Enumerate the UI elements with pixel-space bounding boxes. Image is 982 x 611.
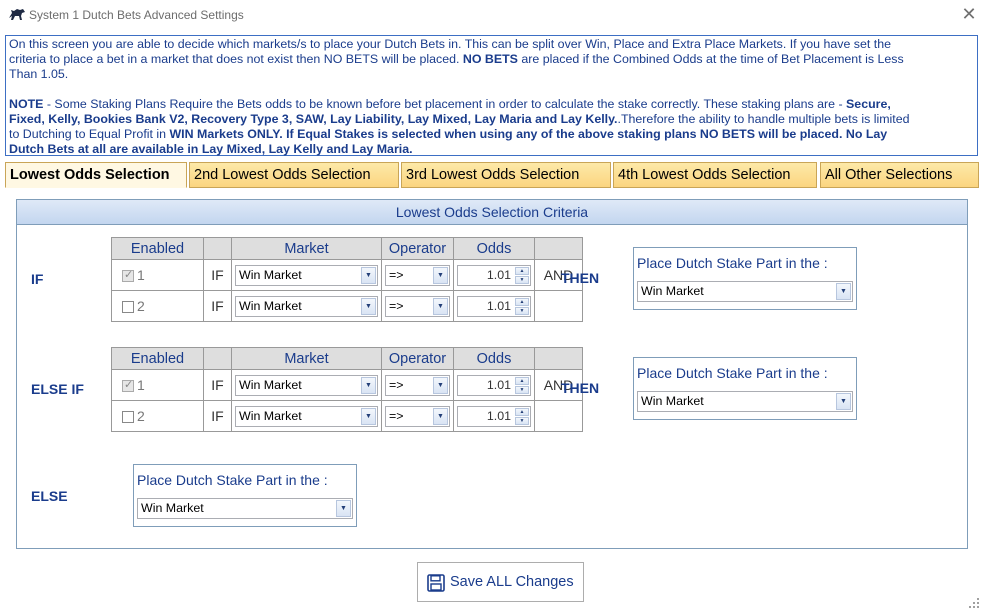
blank-header (534, 237, 583, 260)
blank-header (203, 237, 232, 260)
tab-3rd-lowest-odds[interactable]: 3rd Lowest Odds Selection (401, 162, 611, 188)
else-label: ELSE (31, 488, 68, 504)
blank-header (203, 347, 232, 370)
chevron-down-icon[interactable]: ▼ (361, 266, 376, 284)
spin-down-icon[interactable]: ▼ (515, 306, 529, 315)
table-row: 1 IF Win Market▼ =>▼ 1.01▲▼ AND (111, 369, 583, 401)
enabled-header: Enabled (111, 347, 204, 370)
table-row: 2 IF Win Market ▼ => ▼ 1.01 ▲ ▼ (111, 400, 583, 432)
blank-header (534, 347, 583, 370)
spin-up-icon[interactable]: ▲ (515, 297, 529, 306)
enabled-checkbox[interactable] (122, 411, 134, 424)
chevron-down-icon[interactable]: ▼ (361, 297, 376, 315)
spin-up-icon[interactable]: ▲ (515, 407, 529, 416)
selection-tabs: Lowest Odds Selection 2nd Lowest Odds Se… (5, 162, 979, 188)
market-header: Market (231, 347, 382, 370)
spin-down-icon[interactable]: ▼ (515, 275, 529, 284)
spin-up-icon[interactable]: ▲ (515, 266, 529, 275)
market-select[interactable]: Win Market ▼ (235, 264, 378, 286)
close-icon[interactable]: ✕ (958, 4, 980, 26)
tab-lowest-odds[interactable]: Lowest Odds Selection (5, 162, 187, 188)
operator-select[interactable]: => ▼ (385, 374, 450, 396)
tab-4th-lowest-odds[interactable]: 4th Lowest Odds Selection (613, 162, 817, 188)
operator-select[interactable]: => ▼ (385, 405, 450, 427)
chevron-down-icon[interactable]: ▼ (433, 297, 448, 315)
panel-title: Lowest Odds Selection Criteria (17, 200, 967, 225)
operator-select[interactable]: => ▼ (385, 264, 450, 286)
market-select[interactable]: Win Market ▼ (235, 405, 378, 427)
operator-select[interactable]: => ▼ (385, 295, 450, 317)
and-text (534, 290, 583, 322)
enabled-header: Enabled (111, 237, 204, 260)
enabled-checkbox[interactable] (122, 268, 134, 283)
place-market-select[interactable]: Win Market ▼ (637, 281, 853, 302)
if-place-box: Place Dutch Stake Part in the : Win Mark… (633, 247, 857, 310)
table-header-row: Enabled Market Operator Odds (111, 347, 583, 370)
if-label: IF (31, 271, 44, 287)
info-text-box: On this screen you are able to decide wh… (5, 35, 978, 156)
enabled-checkbox[interactable] (122, 378, 134, 393)
else-place-box: Place Dutch Stake Part in the : Win Mark… (133, 464, 357, 527)
place-label: Place Dutch Stake Part in the : (137, 472, 328, 488)
odds-spinner[interactable]: 1.01 ▲ ▼ (457, 405, 531, 427)
else-if-place-box: Place Dutch Stake Part in the : Win Mark… (633, 357, 857, 420)
if-text: IF (203, 400, 232, 432)
enabled-cell: 1 (111, 369, 204, 401)
save-all-button[interactable]: Save ALL Changes (417, 562, 584, 602)
market-select[interactable]: Win Market ▼ (235, 295, 378, 317)
note-paragraph: NOTE - Some Staking Plans Require the Be… (9, 97, 910, 156)
else-if-criteria-table: Enabled Market Operator Odds 1 IF Win Ma… (111, 347, 583, 432)
if-criteria-table: Enabled Market Operator Odds 1 IF Win Ma… (111, 237, 583, 322)
place-label: Place Dutch Stake Part in the : (637, 365, 828, 381)
chevron-down-icon[interactable]: ▼ (836, 283, 851, 300)
if-text: IF (203, 259, 232, 291)
floppy-disk-icon (427, 574, 445, 592)
chevron-down-icon[interactable]: ▼ (433, 266, 448, 284)
horse-icon (9, 9, 25, 20)
enabled-cell: 2 (111, 400, 204, 432)
if-text: IF (203, 369, 232, 401)
if-text: IF (203, 290, 232, 322)
enabled-cell: 2 (111, 290, 204, 322)
odds-spinner[interactable]: 1.01 ▲ ▼ (457, 264, 531, 286)
chevron-down-icon[interactable]: ▼ (433, 376, 448, 394)
and-text (534, 400, 583, 432)
odds-spinner[interactable]: 1.01 ▲ ▼ (457, 295, 531, 317)
operator-header: Operator (381, 237, 454, 260)
operator-header: Operator (381, 347, 454, 370)
market-select[interactable]: Win Market ▼ (235, 374, 378, 396)
spin-up-icon[interactable]: ▲ (515, 376, 529, 385)
chevron-down-icon[interactable]: ▼ (361, 407, 376, 425)
odds-header: Odds (453, 237, 535, 260)
place-market-select[interactable]: Win Market ▼ (637, 391, 853, 412)
place-label: Place Dutch Stake Part in the : (637, 255, 828, 271)
save-label: Save ALL Changes (450, 574, 574, 590)
table-header-row: Enabled Market Operator Odds (111, 237, 583, 260)
window-title: System 1 Dutch Bets Advanced Settings (29, 8, 244, 22)
odds-spinner[interactable]: 1.01 ▲ ▼ (457, 374, 531, 396)
then-label: THEN (561, 270, 600, 286)
spin-down-icon[interactable]: ▼ (515, 416, 529, 425)
title-bar: System 1 Dutch Bets Advanced Settings ✕ (0, 0, 982, 30)
chevron-down-icon[interactable]: ▼ (433, 407, 448, 425)
chevron-down-icon[interactable]: ▼ (836, 393, 851, 410)
spin-down-icon[interactable]: ▼ (515, 385, 529, 394)
tab-2nd-lowest-odds[interactable]: 2nd Lowest Odds Selection (189, 162, 399, 188)
chevron-down-icon[interactable]: ▼ (361, 376, 376, 394)
place-market-select[interactable]: Win Market ▼ (137, 498, 353, 519)
enabled-cell: 1 (111, 259, 204, 291)
table-row: 2 IF Win Market ▼ => ▼ 1.01 ▲ ▼ (111, 290, 583, 322)
else-if-label: ELSE IF (31, 381, 84, 397)
resize-grip-icon[interactable] (968, 597, 980, 609)
enabled-checkbox[interactable] (122, 301, 134, 314)
chevron-down-icon[interactable]: ▼ (336, 500, 351, 517)
odds-header: Odds (453, 347, 535, 370)
tab-all-other[interactable]: All Other Selections (820, 162, 979, 188)
info-paragraph: On this screen you are able to decide wh… (9, 37, 904, 81)
market-header: Market (231, 237, 382, 260)
then-label: THEN (561, 380, 600, 396)
table-row: 1 IF Win Market▼ =>▼ 1.01▲▼ AND (111, 259, 583, 291)
